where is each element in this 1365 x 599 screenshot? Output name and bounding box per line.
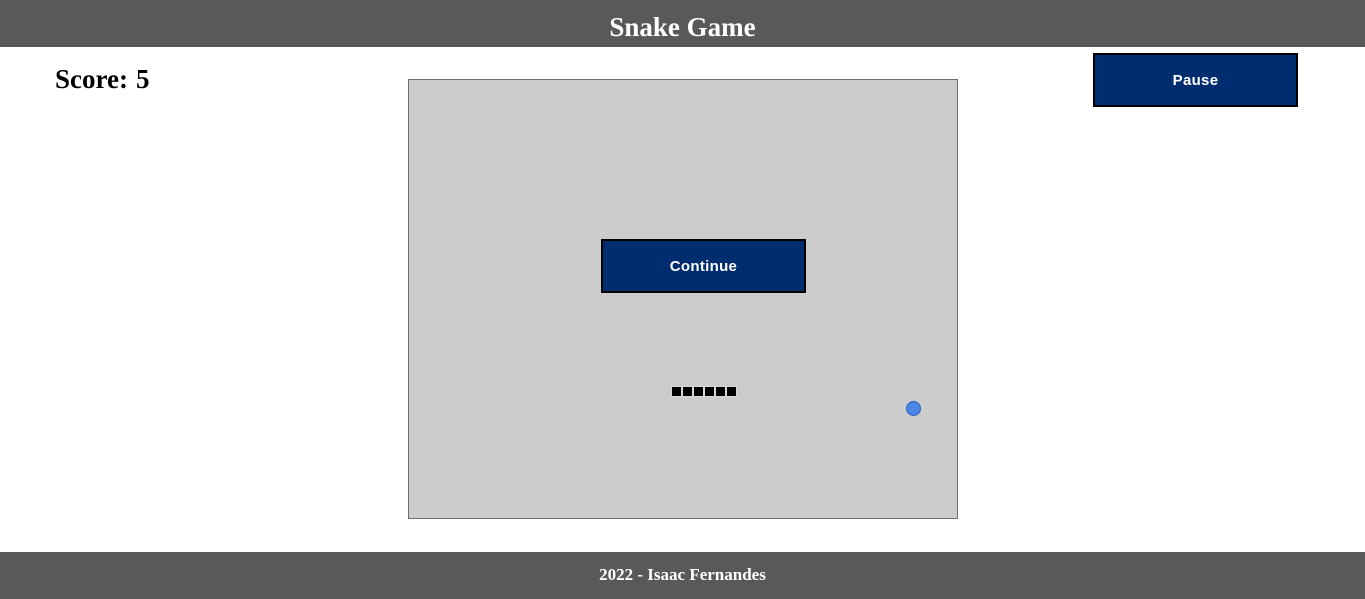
game-board[interactable]: Continue (408, 79, 958, 519)
pause-button[interactable]: Pause (1093, 53, 1298, 107)
snake-segment (671, 386, 682, 397)
score-display: Score: 5 (55, 64, 149, 95)
score-label: Score: (55, 64, 128, 94)
footer-credit: 2022 - Isaac Fernandes (0, 552, 1365, 599)
snake-segment (715, 386, 726, 397)
snake-segment (693, 386, 704, 397)
food-dot (906, 401, 921, 416)
header-bar: Snake Game (0, 0, 1365, 47)
snake-segment (682, 386, 693, 397)
page-title: Snake Game (609, 12, 756, 42)
score-value: 5 (135, 64, 150, 94)
continue-button[interactable]: Continue (601, 239, 806, 293)
snake-segment (704, 386, 715, 397)
snake-segment (726, 386, 737, 397)
snake (671, 386, 737, 398)
